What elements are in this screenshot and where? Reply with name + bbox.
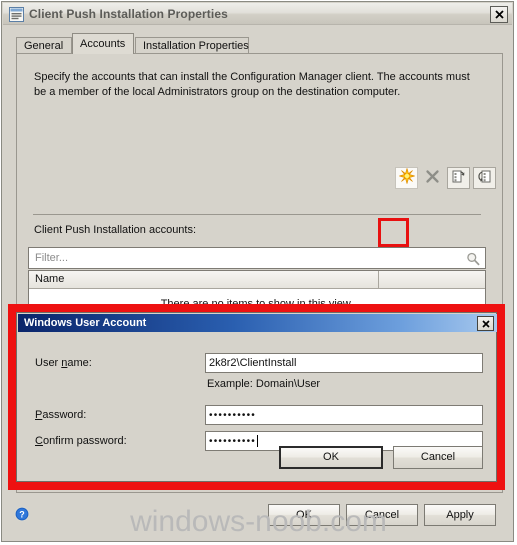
tabstrip: General Accounts Installation Properties xyxy=(16,33,502,54)
x-delete-icon xyxy=(425,169,440,187)
account-properties-button[interactable] xyxy=(447,166,470,189)
user-name-value: 2k8r2\ClientInstall xyxy=(209,357,297,369)
delete-account-button[interactable] xyxy=(421,167,444,189)
new-account-button[interactable] xyxy=(395,166,418,189)
accounts-list-label: Client Push Installation accounts: xyxy=(34,224,197,236)
properties-window-icon xyxy=(9,7,24,22)
tab-general[interactable]: General xyxy=(16,37,72,54)
accounts-toolbar xyxy=(392,166,496,189)
column-header-name[interactable]: Name xyxy=(29,271,379,288)
accounts-description: Specify the accounts that can install th… xyxy=(34,71,470,98)
text-caret xyxy=(257,435,259,447)
main-cancel-label: Cancel xyxy=(364,508,400,521)
filter-placeholder: Filter... xyxy=(35,252,69,264)
filter-input[interactable]: Filter... xyxy=(28,247,486,269)
close-icon xyxy=(481,319,490,328)
user-name-label: User name: xyxy=(35,357,92,369)
tab-installation-properties-label: Installation Properties xyxy=(143,40,249,52)
dialog-close-button[interactable] xyxy=(477,316,494,331)
dialog-titlebar: Windows User Account xyxy=(18,314,497,332)
section-divider xyxy=(33,214,481,215)
copy-to-button[interactable] xyxy=(473,166,496,189)
tab-accounts-label: Accounts xyxy=(80,38,126,50)
tab-general-label: General xyxy=(24,40,64,52)
window-titlebar: Client Push Installation Properties xyxy=(3,3,512,25)
tab-accounts[interactable]: Accounts xyxy=(72,33,134,54)
confirm-password-label: Confirm password: xyxy=(35,435,127,447)
password-label: Password: xyxy=(35,409,87,421)
password-value: •••••••••• xyxy=(209,409,257,421)
dialog-ok-label: OK xyxy=(323,451,339,463)
user-name-example-hint: Example: Domain\User xyxy=(207,378,321,390)
user-name-input[interactable]: 2k8r2\ClientInstall xyxy=(205,353,483,373)
column-header-blank[interactable] xyxy=(379,271,485,288)
help-question-icon[interactable]: ? xyxy=(14,506,30,522)
dialog-title: Windows User Account xyxy=(24,317,147,329)
main-apply-label: Apply xyxy=(446,508,474,521)
svg-text:?: ? xyxy=(19,510,25,520)
listview-header: Name xyxy=(29,271,485,289)
window-title: Client Push Installation Properties xyxy=(29,7,228,21)
properties-refresh-icon xyxy=(451,169,466,187)
starburst-new-icon xyxy=(398,168,415,187)
dialog-cancel-label: Cancel xyxy=(420,451,456,463)
dialog-cancel-button[interactable]: Cancel xyxy=(393,446,483,469)
screenshot-root: Client Push Installation Properties Gene… xyxy=(0,0,517,545)
magnifier-icon[interactable] xyxy=(466,252,480,266)
main-ok-button[interactable]: OK xyxy=(268,504,340,526)
window-close-button[interactable] xyxy=(490,6,508,23)
password-input[interactable]: •••••••••• xyxy=(205,405,483,425)
tab-installation-properties[interactable]: Installation Properties xyxy=(135,37,249,54)
new-account-button-highlight xyxy=(378,218,409,247)
main-cancel-button[interactable]: Cancel xyxy=(346,504,418,526)
close-icon xyxy=(494,10,504,19)
main-ok-label: OK xyxy=(296,508,312,521)
main-apply-button[interactable]: Apply xyxy=(424,504,496,526)
confirm-password-value: •••••••••• xyxy=(209,435,257,447)
copy-to-icon xyxy=(477,169,492,187)
dialog-ok-button[interactable]: OK xyxy=(279,446,383,469)
